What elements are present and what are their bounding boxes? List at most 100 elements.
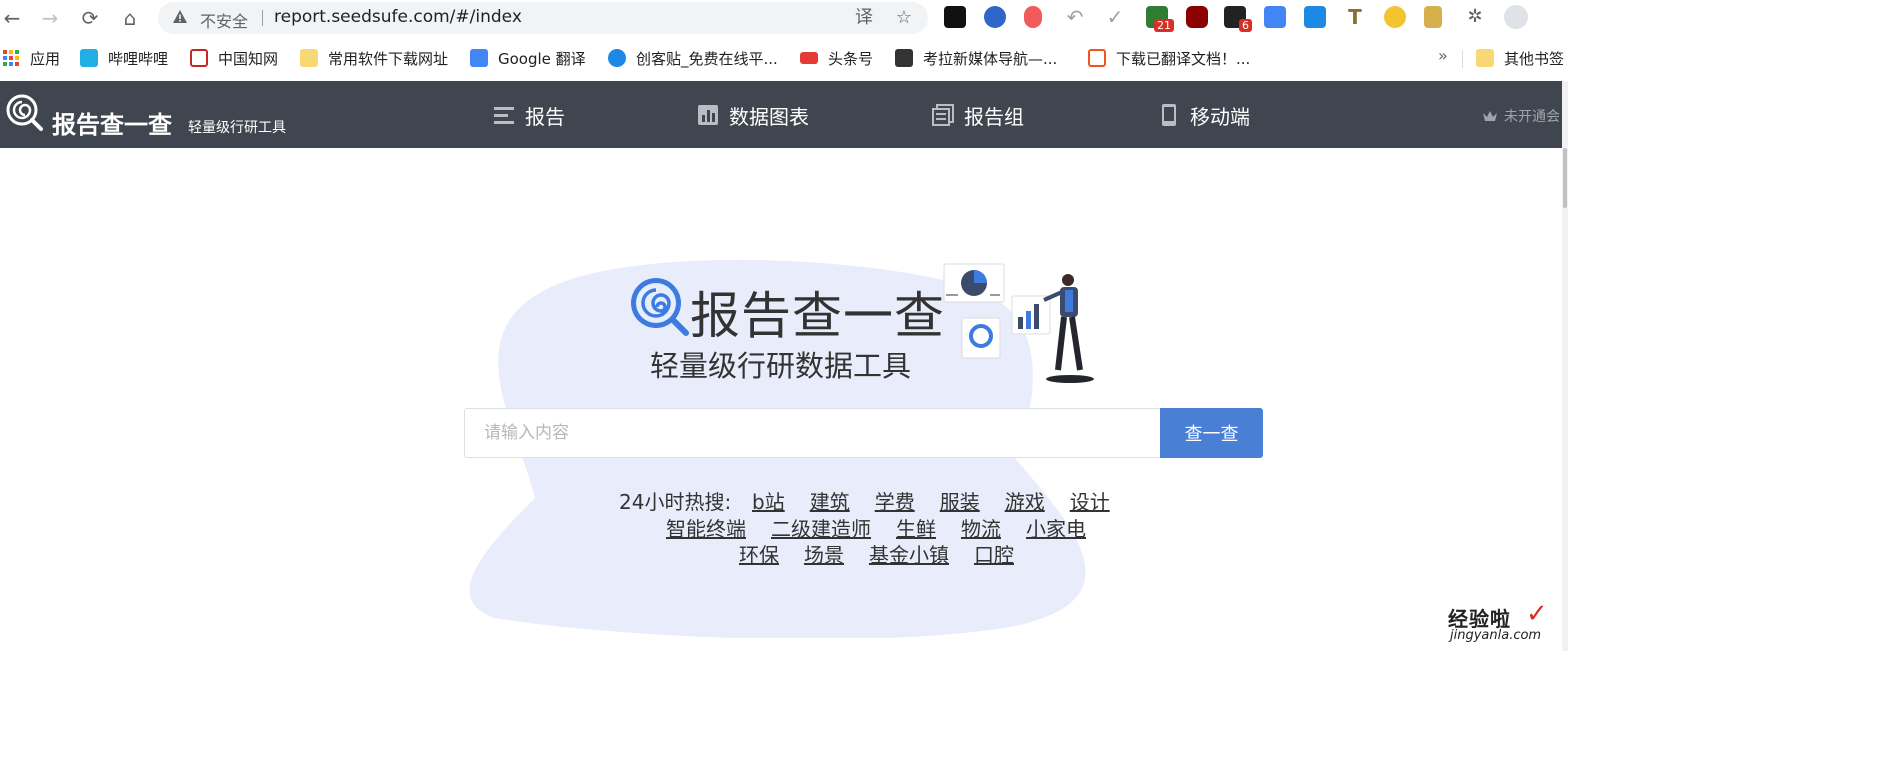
emoji-extension-icon[interactable] (1384, 6, 1406, 28)
google-translate-icon (470, 49, 488, 67)
ext-badge-6-icon[interactable]: 6 (1224, 6, 1252, 32)
t-extension-icon[interactable]: T (1344, 6, 1366, 28)
search-box (464, 408, 1161, 458)
hot-search-link[interactable]: 小家电 (1026, 513, 1086, 542)
clipboard-extension-icon[interactable] (1424, 6, 1442, 28)
search-input[interactable] (465, 409, 1161, 457)
warning-icon[interactable] (172, 9, 188, 25)
site-logo-text[interactable]: 报告查一查 (52, 105, 172, 140)
hero-title: 报告查一查 (690, 287, 945, 345)
vip-status[interactable]: 未开通会 (1482, 106, 1560, 126)
nav-item-label: 数据图表 (729, 104, 809, 129)
hot-search-link[interactable]: 建筑 (810, 486, 850, 515)
nav-item-label: 报告组 (964, 104, 1024, 129)
bookmark-label: 下载已翻译文档！... (1116, 49, 1251, 68)
site-header: 报告查一查 轻量级行研工具 报告 数据图表 报告组 移动端 未开通会 (0, 81, 1562, 148)
hot-search-link[interactable]: 服装 (940, 486, 980, 515)
logo-magnifier-icon[interactable] (6, 94, 44, 132)
address-bar[interactable]: 不安全 report.seedsufe.com/#/index 译 ☆ (158, 2, 928, 34)
reload-icon[interactable]: ⟳ (78, 6, 102, 30)
bookmark-translated-doc[interactable]: 下载已翻译文档！... (1088, 48, 1250, 68)
hot-search-link[interactable]: 环保 (739, 539, 779, 568)
hot-search-row-2: 智能终端 二级建造师 生鲜 物流 小家电 (666, 513, 1086, 542)
folder-icon (300, 49, 318, 67)
bookmark-label: 应用 (30, 49, 61, 68)
ublock-icon[interactable] (1186, 6, 1208, 28)
extension-badge: 6 (1239, 19, 1252, 32)
bookmark-label: 中国知网 (218, 49, 279, 68)
hot-search-link[interactable]: 游戏 (1005, 486, 1045, 515)
hot-search-label: 24小时热搜: (619, 490, 732, 514)
bookmark-other-folder[interactable]: 其他书签 (1476, 48, 1564, 68)
bookmark-chuangkit[interactable]: 创客贴_免费在线平... (608, 48, 778, 68)
hot-search-link[interactable]: 智能终端 (666, 513, 746, 542)
ext-badge-21-icon[interactable]: 21 (1146, 6, 1174, 32)
hot-search-link[interactable]: 生鲜 (896, 513, 936, 542)
search-button[interactable]: 查一查 (1160, 408, 1263, 458)
bookmark-apps[interactable]: 应用 (2, 48, 60, 68)
translate-page-icon[interactable]: 译 (854, 8, 874, 28)
extensions-puzzle-icon[interactable]: ✲ (1464, 6, 1486, 28)
extension-badge: 21 (1154, 19, 1174, 32)
bookmark-label: 常用软件下载网址 (328, 49, 449, 68)
bookmark-label: 其他书签 (1504, 49, 1565, 68)
bookmark-label: Google 翻译 (498, 49, 586, 68)
watermark-check-icon: ✓ (1526, 599, 1548, 629)
bookmark-bilibili[interactable]: 哔哩哔哩 (80, 48, 168, 68)
back-icon[interactable]: ← (0, 6, 24, 30)
hot-search-link[interactable]: 物流 (961, 513, 1001, 542)
folder-icon (1476, 49, 1494, 67)
hot-search-row-3: 环保 场景 基金小镇 口腔 (739, 539, 1014, 568)
hot-search-link[interactable]: 学费 (875, 486, 915, 515)
hot-search-link[interactable]: 二级建造师 (771, 513, 871, 542)
security-label[interactable]: 不安全 (200, 8, 248, 32)
bookmark-google-translate[interactable]: Google 翻译 (470, 48, 586, 68)
nav-item-data-charts[interactable]: 数据图表 (697, 101, 809, 129)
profile-avatar-icon[interactable] (1504, 5, 1528, 29)
cnki-icon (190, 49, 208, 67)
nav-item-mobile[interactable]: 移动端 (1158, 101, 1250, 129)
site-watermark: 经验啦 ✓ jingyanla.com (1448, 599, 1563, 649)
bookmark-label: 哔哩哔哩 (108, 49, 169, 68)
analyst-illustration (943, 263, 1094, 383)
bilibili-icon (80, 49, 98, 67)
home-icon[interactable]: ⌂ (118, 6, 142, 30)
browser-toolbar: ← → ⟳ ⌂ 不安全 report.seedsufe.com/#/index … (0, 0, 1568, 36)
nav-item-label: 移动端 (1190, 104, 1250, 129)
s-extension-icon[interactable] (1304, 6, 1326, 28)
bookmarks-bar: 应用 哔哩哔哩 中国知网 常用软件下载网址 Google 翻译 创客贴_免费在线… (0, 40, 1568, 76)
translate-doc-icon (1088, 49, 1106, 67)
koala-icon (895, 49, 913, 67)
nav-item-report-groups[interactable]: 报告组 (932, 101, 1024, 129)
hot-search-link[interactable]: b站 (752, 486, 785, 515)
bookmark-star-icon[interactable]: ☆ (894, 8, 914, 28)
bookmark-koala[interactable]: 考拉新媒体导航—... (895, 48, 1057, 68)
nav-item-label: 报告 (525, 104, 565, 129)
hot-search-link[interactable]: 口腔 (974, 539, 1014, 568)
bookmark-toutiao[interactable]: 头条号 (800, 48, 873, 68)
hot-search-link[interactable]: 基金小镇 (869, 539, 949, 568)
ext-round-icon[interactable] (984, 6, 1006, 28)
bookmark-label: 头条号 (828, 49, 874, 68)
google-translate-extension-icon[interactable] (1264, 6, 1286, 28)
bookmark-label: 考拉新媒体导航—... (923, 49, 1058, 68)
scrollbar-thumb[interactable] (1563, 148, 1567, 208)
omnibox-divider (262, 10, 263, 26)
nav-item-reports[interactable]: 报告 (493, 101, 565, 129)
bookmark-software-folder[interactable]: 常用软件下载网址 (300, 48, 448, 68)
list-icon (494, 107, 514, 124)
bookmarks-overflow-button[interactable]: » (1438, 46, 1448, 65)
url-text[interactable]: report.seedsufe.com/#/index (274, 7, 522, 27)
ext-drop-icon[interactable] (1024, 6, 1042, 28)
bookmark-label: 创客贴_免费在线平... (636, 49, 778, 68)
hot-search-link[interactable]: 设计 (1070, 486, 1110, 515)
astar-extension-icon[interactable] (944, 6, 966, 28)
mobile-icon (1162, 104, 1176, 126)
reply-icon[interactable]: ↶ (1064, 6, 1086, 28)
bookmark-cnki[interactable]: 中国知网 (190, 48, 278, 68)
hero-subtitle: 轻量级行研数据工具 (650, 349, 912, 383)
hot-search-link[interactable]: 场景 (804, 539, 844, 568)
toutiao-icon (800, 52, 818, 64)
forward-icon[interactable]: → (38, 6, 62, 30)
check-extension-icon[interactable]: ✓ (1104, 6, 1126, 28)
